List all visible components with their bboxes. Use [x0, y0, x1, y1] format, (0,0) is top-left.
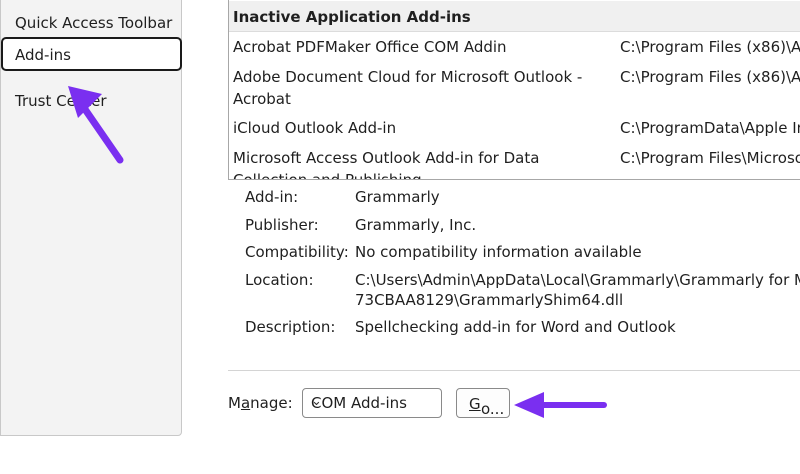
go-button[interactable]: Go...	[456, 388, 510, 418]
addin-location: C:\Program Files (x86)\Ado	[620, 68, 800, 86]
publisher-label: Publisher:	[245, 216, 319, 234]
addin-value: Grammarly	[355, 188, 440, 206]
nav-item-add-ins[interactable]: Add-ins	[1, 37, 182, 71]
compatibility-value: No compatibility information available	[355, 243, 642, 261]
go-button-label: Go...	[469, 395, 505, 418]
addin-location: C:\ProgramData\Apple Inc	[620, 119, 800, 137]
divider	[228, 370, 800, 371]
annotation-arrow-icon	[514, 392, 607, 418]
addin-location: C:\Program Files\Microsoft	[620, 149, 800, 167]
nav-item-trust-center[interactable]: Trust Center	[15, 91, 107, 111]
addin-name: Adobe Document Cloud for Microsoft Outlo…	[233, 68, 583, 108]
addin-name: iCloud Outlook Add-in	[233, 119, 397, 137]
addin-label: Add-in:	[245, 188, 299, 206]
publisher-value: Grammarly, Inc.	[355, 216, 477, 234]
compatibility-label: Compatibility:	[245, 243, 349, 261]
addins-listbox[interactable]: Inactive Application Add-ins Acrobat PDF…	[228, 0, 800, 180]
group-header: Inactive Application Add-ins	[229, 1, 800, 32]
addin-name: Microsoft Access Outlook Add-in for Data…	[233, 149, 540, 180]
chevron-down-icon: ⌄	[311, 394, 322, 409]
description-label: Description:	[245, 318, 336, 336]
addin-name: Acrobat PDFMaker Office COM Addin	[233, 38, 507, 56]
description-value: Spellchecking add-in for Word and Outloo…	[355, 318, 676, 336]
location-label: Location:	[245, 271, 314, 289]
group-header-label: Inactive Application Add-ins	[233, 8, 471, 26]
location-value-line1: C:\Users\Admin\AppData\Local\Grammarly\G…	[355, 271, 800, 289]
manage-select[interactable]: COM Add-ins ⌄	[302, 388, 442, 418]
options-nav-pane: Quick Access Toolbar Add-ins Trust Cente…	[0, 0, 182, 436]
nav-item-quick-access-toolbar[interactable]: Quick Access Toolbar	[15, 13, 172, 33]
nav-item-add-ins-label: Add-ins	[15, 46, 71, 64]
manage-label: Manage:	[228, 394, 293, 412]
addin-location: C:\Program Files (x86)\Ado	[620, 38, 800, 56]
location-value-line2: 73CBAA8129\GrammarlyShim64.dll	[355, 291, 624, 309]
